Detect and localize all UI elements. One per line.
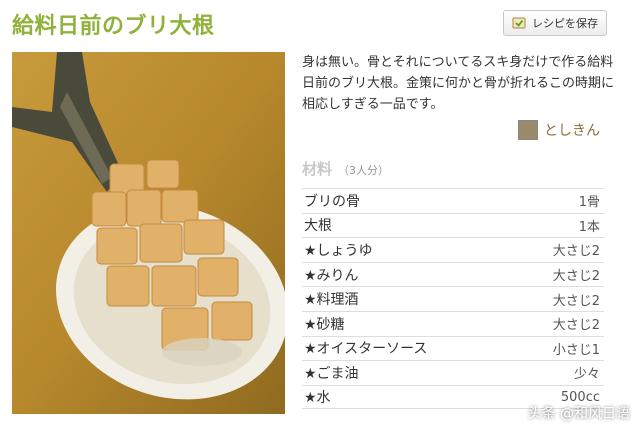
ingredient-row: 大根 1本 [302,212,604,238]
recipe-title: 給料日前のブリ大根 [12,14,215,39]
ingredient-amount: 大さじ2 [552,293,600,309]
ingredient-row: ★みりん 大さじ2 [302,261,604,287]
ingredient-row: ブリの骨 1骨 [302,188,604,213]
ingredient-name: ★料理酒 [304,292,359,309]
save-recipe-button[interactable]: レシピを保存 [503,10,607,36]
ingredient-amount: 1骨 [578,195,600,211]
ingredients-title: 材料 [302,160,333,178]
ingredients-heading: 材料 （3人分） [302,158,389,179]
ingredient-amount: 大さじ2 [552,269,600,285]
recipe-description: 身は無い。骨とそれについてるスキ身だけで作る給料日前のブリ大根。金策に何かと骨が… [302,55,615,112]
save-recipe-label: レシピを保存 [532,17,598,30]
ingredient-row: ★オイスターソース 小さじ1 [302,335,604,361]
watermark: 头条 @和风日语 [527,406,630,422]
ingredient-amount: 大さじ2 [552,244,600,260]
ingredient-name: ★水 [304,390,331,407]
ingredient-amount: 1本 [578,219,600,235]
ingredient-name: ★しょうゆ [304,242,373,259]
ingredient-name: ブリの骨 [304,193,360,210]
ingredient-amount: 少々 [573,367,600,383]
avatar [518,120,538,140]
author-link[interactable]: としきん [518,120,600,140]
servings: （3人分） [338,164,390,177]
ingredient-row: ★ごま油 少々 [302,360,604,385]
ingredient-name: ★ごま油 [304,365,359,382]
ingredient-name: 大根 [304,218,332,235]
ingredient-row: ★料理酒 大さじ2 [302,286,604,311]
ingredients-table: ブリの骨 1骨 大根 1本 ★しょうゆ 大さじ2 ★みりん 大さじ2 ★料理酒 大さじ2 ★砂糖 大さ… [302,188,604,410]
ingredient-amount: 大さじ2 [552,318,600,334]
ingredient-name: ★オイスターソース [304,341,428,358]
ingredient-amount: 小さじ1 [552,342,600,358]
save-icon [512,17,526,29]
ingredient-row: ★砂糖 大さじ2 [302,310,604,336]
author-name: としきん [544,123,600,139]
ingredient-name: ★砂糖 [304,316,345,333]
ingredient-row: ★しょうゆ 大さじ2 [302,237,604,262]
ingredient-name: ★みりん [304,267,359,284]
recipe-photo [12,52,285,414]
